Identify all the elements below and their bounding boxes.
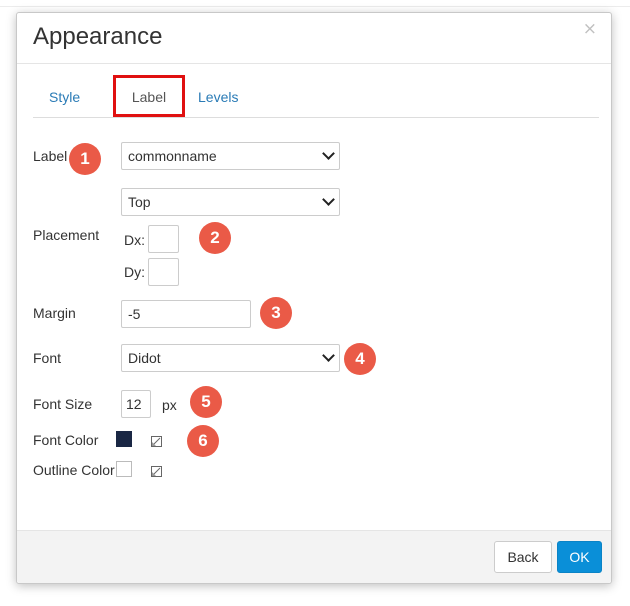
annotation-badge-3: 3: [260, 297, 292, 329]
outline-color-swatch[interactable]: [116, 461, 132, 477]
annotation-badge-1: 1: [69, 143, 101, 175]
annotation-badge-5: 5: [190, 386, 222, 418]
placement-select[interactable]: Top: [121, 188, 340, 216]
font-label: Font: [33, 350, 62, 366]
appearance-dialog: Appearance × Style Label Levels Label 1 …: [16, 12, 612, 584]
chevron-down-icon: [322, 193, 335, 206]
annotation-badge-6: 6: [187, 425, 219, 457]
margin-label: Margin: [33, 305, 76, 321]
edit-icon[interactable]: [151, 466, 162, 477]
font-select-value: Didot: [128, 350, 161, 366]
dialog-header: Appearance ×: [17, 13, 611, 64]
dy-label: Dy:: [124, 264, 145, 280]
font-size-label: Font Size: [33, 396, 93, 412]
annotation-badge-4: 4: [344, 343, 376, 375]
chevron-down-icon: [322, 349, 335, 362]
dialog-title: Appearance: [33, 23, 163, 50]
backdrop-line: [0, 6, 630, 7]
tab-style[interactable]: Style: [49, 75, 80, 117]
placement-select-value: Top: [128, 194, 151, 210]
label-field-label: Label: [33, 148, 68, 164]
font-color-label: Font Color: [33, 432, 99, 448]
dx-input[interactable]: [148, 225, 179, 253]
tab-label[interactable]: Label: [113, 75, 185, 117]
label-select-value: commonname: [128, 148, 217, 164]
placement-label: Placement: [33, 227, 100, 243]
dx-label: Dx:: [124, 232, 145, 248]
edit-icon[interactable]: [151, 436, 162, 447]
chevron-down-icon: [322, 147, 335, 160]
font-size-input[interactable]: [121, 390, 151, 418]
font-select[interactable]: Didot: [121, 344, 340, 372]
close-button[interactable]: ×: [583, 21, 597, 38]
back-button[interactable]: Back: [494, 541, 552, 573]
ok-button[interactable]: OK: [557, 541, 602, 573]
tab-bar: Style Label Levels: [33, 75, 599, 118]
label-select[interactable]: commonname: [121, 142, 340, 170]
tab-levels[interactable]: Levels: [198, 75, 238, 117]
margin-input[interactable]: [121, 300, 251, 328]
dy-input[interactable]: [148, 258, 179, 286]
font-size-unit: px: [162, 397, 177, 413]
dialog-footer: Back OK: [17, 530, 611, 583]
font-color-swatch[interactable]: [116, 431, 132, 447]
annotation-badge-2: 2: [199, 222, 231, 254]
outline-color-label: Outline Color: [33, 462, 115, 478]
